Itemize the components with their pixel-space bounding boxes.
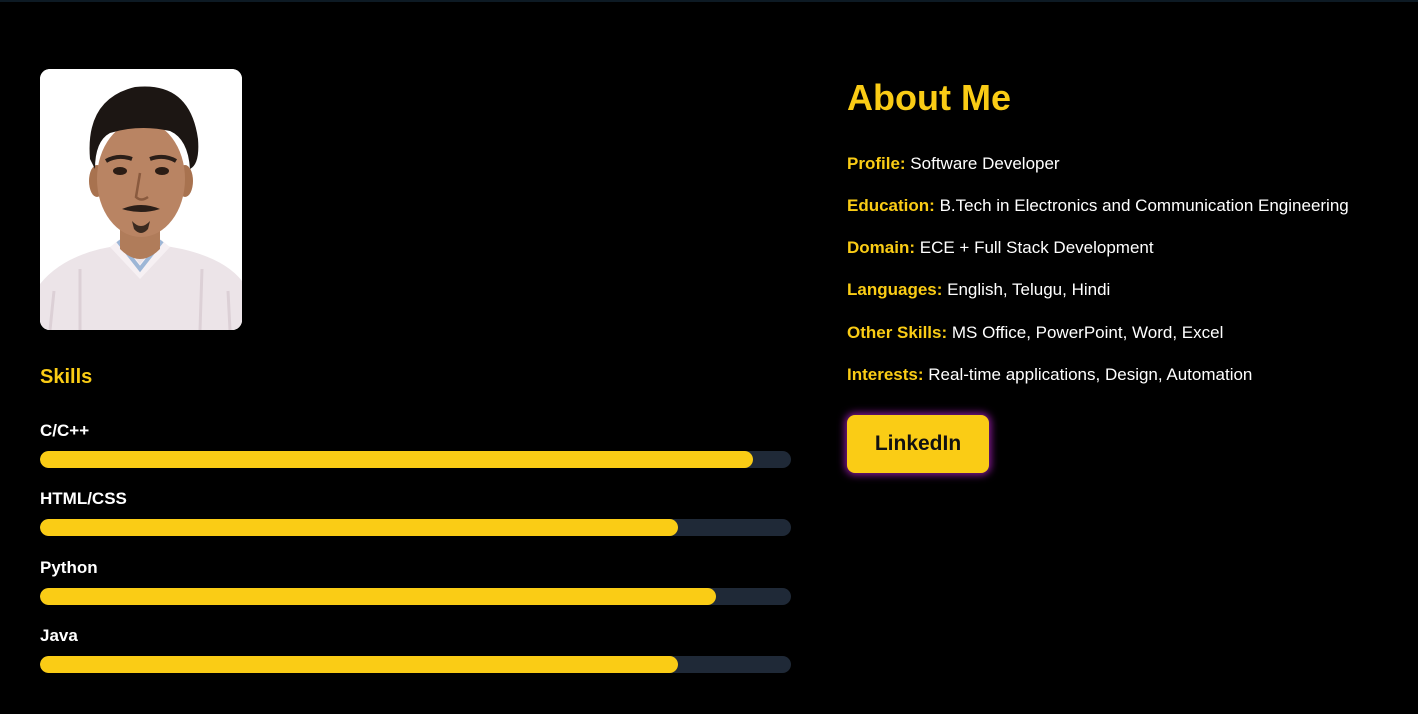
skill-html-css: HTML/CSS	[40, 488, 791, 536]
about-title: About Me	[847, 77, 1011, 118]
skill-python: Python	[40, 557, 791, 605]
info-value: B.Tech in Electronics and Communication …	[939, 196, 1349, 215]
skill-progress-fill	[40, 588, 716, 605]
skill-progress-track	[40, 451, 791, 468]
info-row-other-skills: Other Skills: MS Office, PowerPoint, Wor…	[847, 322, 1223, 344]
skill-progress-track	[40, 588, 791, 605]
skill-progress-fill	[40, 656, 679, 673]
info-value: Software Developer	[910, 154, 1060, 173]
skill-progress-fill	[40, 519, 679, 536]
skill-name: HTML/CSS	[40, 489, 127, 508]
skills-title: Skills	[40, 366, 93, 388]
info-label: Other Skills:	[847, 323, 948, 342]
info-label: Education:	[847, 196, 935, 215]
info-row-education: Education: B.Tech in Electronics and Com…	[847, 195, 1349, 217]
info-value: Real-time applications, Design, Automati…	[928, 365, 1253, 384]
info-label: Domain:	[847, 238, 915, 257]
info-row-domain: Domain: ECE + Full Stack Development	[847, 237, 1154, 259]
skill-name: C/C++	[40, 421, 90, 440]
info-row-profile: Profile: Software Developer	[847, 153, 1060, 175]
linkedin-button[interactable]: LinkedIn	[847, 415, 989, 473]
about-section: Skills C/C++ HTML/CSS Python Java About …	[0, 0, 1418, 714]
skill-name: Python	[40, 558, 98, 577]
skill-progress-track	[40, 656, 791, 673]
info-label: Interests:	[847, 365, 924, 384]
info-label: Profile:	[847, 154, 906, 173]
profile-photo	[40, 69, 242, 330]
info-value: ECE + Full Stack Development	[919, 238, 1154, 257]
skill-progress-track	[40, 519, 791, 536]
skill-name: Java	[40, 626, 78, 645]
info-value: MS Office, PowerPoint, Word, Excel	[951, 323, 1224, 342]
top-divider	[0, 0, 1418, 2]
info-row-languages: Languages: English, Telugu, Hindi	[847, 279, 1110, 301]
person-portrait-icon	[40, 69, 242, 330]
skill-progress-fill	[40, 451, 754, 468]
info-label: Languages:	[847, 280, 943, 299]
info-value: English, Telugu, Hindi	[947, 280, 1111, 299]
info-row-interests: Interests: Real-time applications, Desig…	[847, 364, 1252, 386]
skill-java: Java	[40, 625, 791, 673]
skill-cpp: C/C++	[40, 420, 791, 468]
